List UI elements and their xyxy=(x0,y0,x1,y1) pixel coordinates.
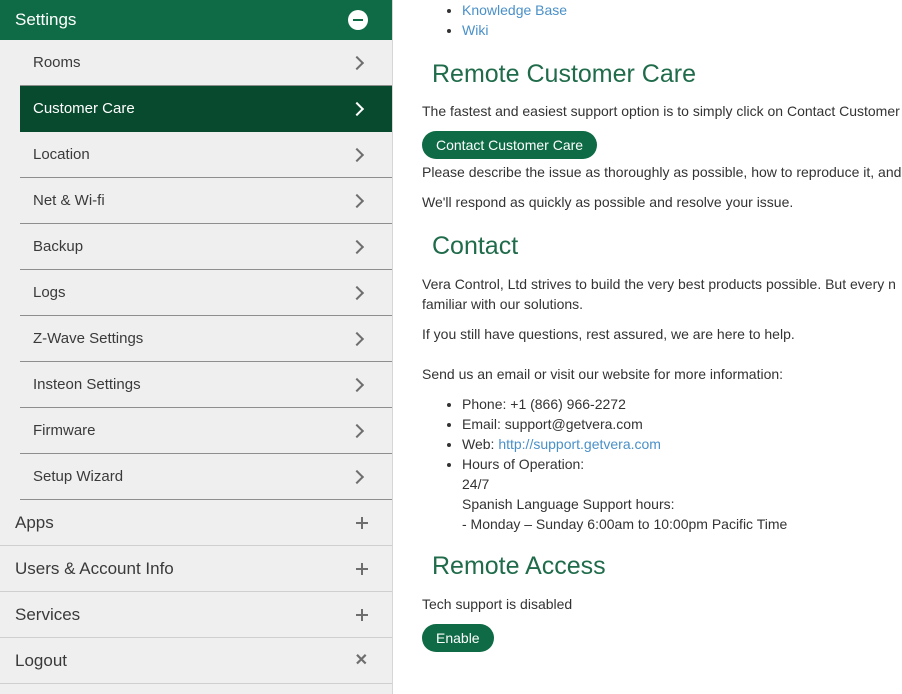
sidebar-item-label: Services xyxy=(15,604,81,624)
chevron-right-icon xyxy=(349,423,365,438)
sidebar-settings-header[interactable]: Settings xyxy=(0,0,392,40)
collapse-minus-icon[interactable] xyxy=(348,10,368,30)
sidebar-item-insteon-settings[interactable]: Insteon Settings xyxy=(20,362,392,408)
web-label: Web: xyxy=(462,436,499,452)
sidebar-item-label: Insteon Settings xyxy=(33,376,141,393)
settings-header-label: Settings xyxy=(15,10,77,29)
list-item: Knowledge Base xyxy=(462,0,902,20)
web-item: Web: http://support.getvera.com xyxy=(462,434,902,454)
spanish-support-label: Spanish Language Support hours: xyxy=(462,496,675,512)
contact-help-text: If you still have questions, rest assure… xyxy=(422,326,795,342)
contact-intro-line2: familiar with our solutions. xyxy=(422,296,584,312)
remote-care-intro-text: The fastest and easiest support option i… xyxy=(422,103,900,119)
contact-email-prompt: Send us an email or visit our website fo… xyxy=(422,366,784,382)
sidebar-item-label: Net & Wi-fi xyxy=(33,192,105,209)
chevron-right-icon xyxy=(349,147,365,162)
chevron-right-icon xyxy=(349,331,365,346)
sidebar-item-setup-wizard[interactable]: Setup Wizard xyxy=(20,454,392,500)
spanish-support-hours: - Monday – Sunday 6:00am to 10:00pm Paci… xyxy=(462,516,788,532)
respond-text: We'll respond as quickly as possible and… xyxy=(422,194,794,210)
sidebar: Settings Rooms Customer Care Location Ne… xyxy=(0,0,393,694)
contact-intro-line1: Vera Control, Ltd strives to build the v… xyxy=(422,276,896,292)
sidebar-item-logout[interactable]: Logout ✕ xyxy=(0,638,392,684)
wiki-link[interactable]: Wiki xyxy=(462,22,488,38)
sidebar-item-backup[interactable]: Backup xyxy=(20,224,392,270)
sidebar-item-label: Customer Care xyxy=(33,100,135,117)
describe-issue-text: Please describe the issue as thoroughly … xyxy=(422,164,902,180)
sidebar-item-zwave-settings[interactable]: Z-Wave Settings xyxy=(20,316,392,362)
sidebar-item-label: Users & Account Info xyxy=(15,558,174,578)
sidebar-item-label: Logs xyxy=(33,284,66,301)
sidebar-item-label: Setup Wizard xyxy=(33,468,124,485)
email-item: Email: support@getvera.com xyxy=(462,414,902,434)
sidebar-item-customer-care[interactable]: Customer Care xyxy=(20,86,392,132)
sidebar-item-rooms[interactable]: Rooms xyxy=(20,40,392,86)
sidebar-item-label: Rooms xyxy=(33,54,81,71)
resource-links-list: Knowledge Base Wiki xyxy=(422,0,902,40)
close-icon: ✕ xyxy=(354,651,368,669)
support-website-link[interactable]: http://support.getvera.com xyxy=(498,436,661,452)
contact-heading: Contact xyxy=(432,232,519,260)
sidebar-item-label: Location xyxy=(33,146,90,163)
sidebar-item-net-wifi[interactable]: Net & Wi-fi xyxy=(20,178,392,224)
enable-button[interactable]: Enable xyxy=(422,624,494,652)
sidebar-item-location[interactable]: Location xyxy=(20,132,392,178)
chevron-right-icon xyxy=(349,285,365,300)
chevron-right-icon xyxy=(349,377,365,392)
plus-icon xyxy=(356,608,368,621)
sidebar-item-firmware[interactable]: Firmware xyxy=(20,408,392,454)
sidebar-item-apps[interactable]: Apps xyxy=(0,500,392,546)
chevron-right-icon xyxy=(349,193,365,208)
contact-details-list: Phone: +1 (866) 966-2272 Email: support@… xyxy=(422,394,902,534)
chevron-right-icon xyxy=(349,469,365,484)
main-content: Knowledge Base Wiki Remote Customer Care… xyxy=(393,0,902,694)
sidebar-item-services[interactable]: Services xyxy=(0,592,392,638)
hours-item: Hours of Operation: 24/7 Spanish Languag… xyxy=(462,454,902,534)
settings-submenu: Rooms Customer Care Location Net & Wi-fi… xyxy=(20,40,392,500)
remote-customer-care-heading: Remote Customer Care xyxy=(432,60,696,88)
remote-access-heading: Remote Access xyxy=(432,552,606,580)
plus-icon xyxy=(356,516,368,529)
phone-item: Phone: +1 (866) 966-2272 xyxy=(462,394,902,414)
chevron-right-icon xyxy=(349,101,365,116)
sidebar-item-label: Apps xyxy=(15,512,54,532)
hours-value: 24/7 xyxy=(462,476,490,492)
sidebar-item-label: Backup xyxy=(33,238,84,255)
sidebar-item-label: Logout xyxy=(15,650,67,670)
chevron-right-icon xyxy=(349,55,365,70)
contact-customer-care-button[interactable]: Contact Customer Care xyxy=(422,131,598,159)
list-item: Wiki xyxy=(462,20,902,40)
hours-label: Hours of Operation: xyxy=(462,456,585,472)
knowledge-base-link[interactable]: Knowledge Base xyxy=(462,2,567,18)
chevron-right-icon xyxy=(349,239,365,254)
sidebar-item-logs[interactable]: Logs xyxy=(20,270,392,316)
tech-support-status: Tech support is disabled xyxy=(422,596,573,612)
sidebar-item-label: Firmware xyxy=(33,422,96,439)
sidebar-item-users-account[interactable]: Users & Account Info xyxy=(0,546,392,592)
sidebar-item-label: Z-Wave Settings xyxy=(33,330,144,347)
plus-icon xyxy=(356,562,368,575)
